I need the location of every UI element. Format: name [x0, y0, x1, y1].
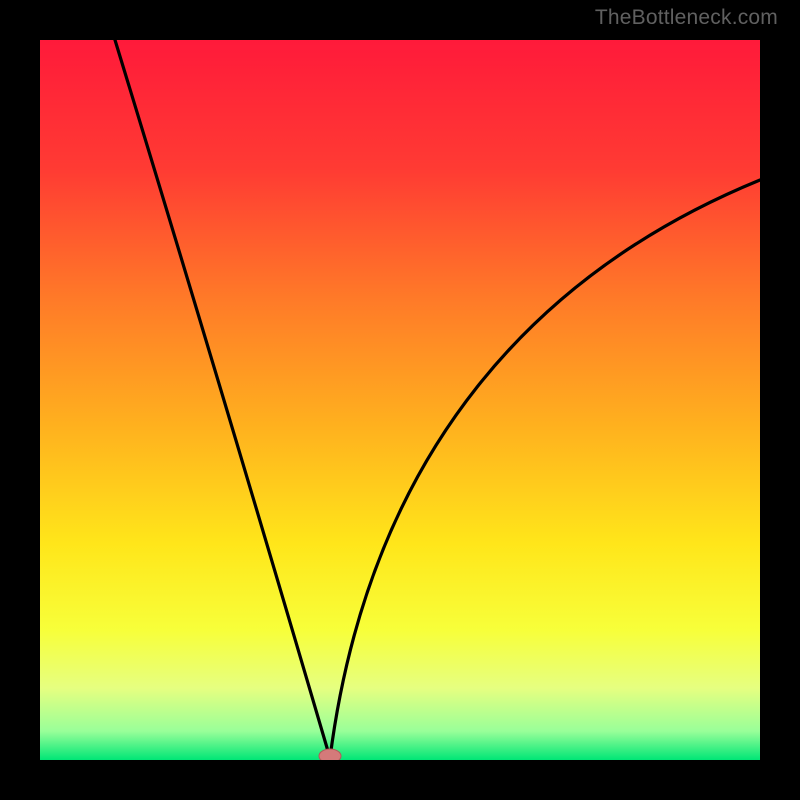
minimum-marker	[319, 749, 341, 760]
watermark-text: TheBottleneck.com	[595, 6, 778, 30]
outer-frame: TheBottleneck.com	[0, 0, 800, 800]
plot-svg	[40, 40, 760, 760]
plot-area	[40, 40, 760, 760]
